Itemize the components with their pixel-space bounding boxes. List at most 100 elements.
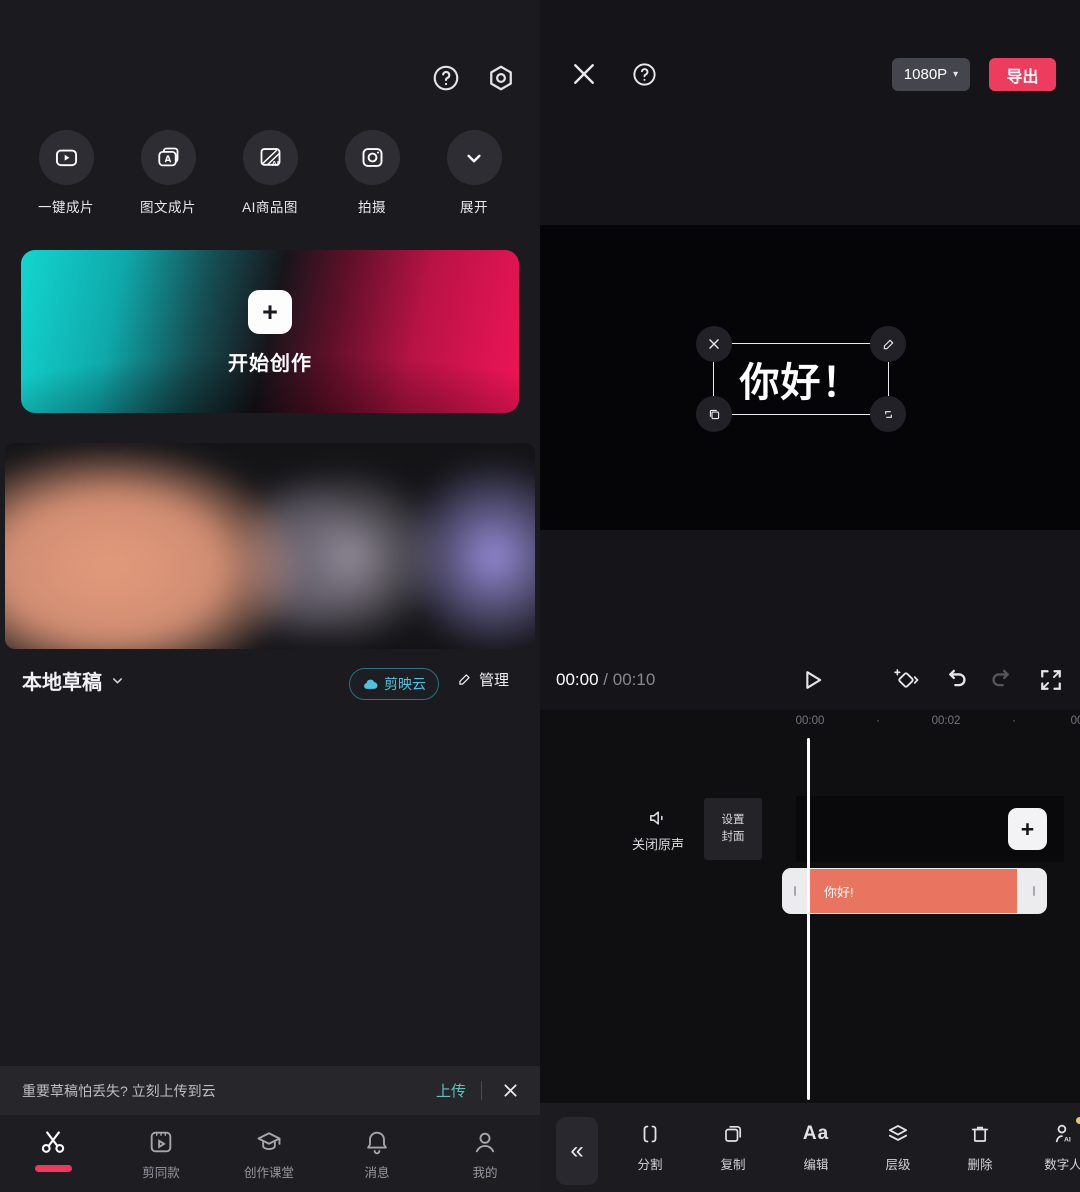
nav-label: 消息 — [364, 1162, 389, 1181]
upload-link[interactable]: 上传 — [436, 1080, 466, 1101]
one-tap-video-icon — [39, 130, 94, 185]
tool-label: 层级 — [885, 1154, 910, 1173]
add-clip-button[interactable]: + — [1008, 808, 1047, 850]
delete-handle-icon[interactable] — [696, 326, 732, 362]
duplicate-handle-icon[interactable] — [696, 396, 732, 432]
tool-label: 分割 — [637, 1154, 662, 1173]
ruler-tick: · — [876, 715, 880, 727]
timeline-area[interactable]: 00:00 · 00:02 · 00 关闭原声 设置 封面 + — [540, 710, 1080, 1103]
banner-message: 重要草稿怕丢失? 立刻上传到云 — [22, 1081, 216, 1101]
tool-split[interactable]: 分割 — [618, 1103, 682, 1173]
drafts-header: 本地草稿 剪映云 管理 — [0, 666, 540, 702]
close-editor-icon[interactable] — [570, 60, 598, 88]
quick-action-label: 图文成片 — [140, 196, 196, 216]
start-creation-label: 开始创作 — [21, 347, 519, 376]
mute-original-sound-button[interactable]: 关闭原声 — [626, 806, 690, 853]
text-clip[interactable]: 你好! — [810, 869, 1017, 913]
quick-action-text-to-video[interactable]: 图文成片 — [117, 130, 219, 216]
template-video-icon — [147, 1128, 175, 1156]
set-cover-button[interactable]: 设置 封面 — [704, 798, 762, 860]
svg-text:AI: AI — [271, 159, 278, 168]
help-icon[interactable] — [631, 61, 658, 88]
preview-canvas[interactable]: 你好！ — [540, 225, 1080, 530]
speaker-muted-icon — [646, 806, 670, 830]
resolution-label: 1080P — [904, 66, 947, 83]
redo-icon[interactable] — [989, 666, 1017, 694]
scale-rotate-handle-icon[interactable] — [870, 396, 906, 432]
left-trim-handle[interactable] — [794, 886, 796, 896]
cloud-icon — [362, 676, 379, 693]
settings-icon[interactable] — [486, 63, 516, 93]
scissors-icon — [39, 1128, 67, 1156]
keyframe-icon[interactable] — [892, 666, 920, 694]
quick-action-label: 展开 — [460, 196, 488, 216]
draft-thumbnails[interactable] — [5, 443, 535, 649]
local-drafts-dropdown[interactable]: 本地草稿 — [22, 666, 125, 695]
new-feature-badge — [1076, 1117, 1080, 1124]
tool-digital-human[interactable]: AI 数字人 — [1031, 1103, 1080, 1173]
tool-label: 数字人 — [1044, 1154, 1080, 1173]
manage-button[interactable]: 管理 — [456, 669, 509, 690]
tool-layer[interactable]: 层级 — [866, 1103, 930, 1173]
quick-action-label: 一键成片 — [38, 196, 94, 216]
export-label: 导出 — [1006, 63, 1038, 87]
nav-label: 创作课堂 — [244, 1162, 294, 1181]
start-creation-button[interactable]: + 开始创作 — [21, 250, 519, 413]
edit-handle-icon[interactable] — [870, 326, 906, 362]
tool-label: 编辑 — [803, 1154, 828, 1173]
playback-control-bar: 00:00 / 00:10 — [540, 650, 1080, 710]
editor-toolbar: « 分割 复制 — [540, 1103, 1080, 1192]
copy-icon — [720, 1120, 747, 1147]
jianying-cloud-button[interactable]: 剪映云 — [349, 668, 439, 700]
time-display: 00:00 / 00:10 — [556, 670, 655, 690]
nav-item-templates[interactable]: 剪同款 — [121, 1115, 201, 1181]
right-trim-handle[interactable] — [1033, 886, 1035, 896]
fullscreen-icon[interactable] — [1037, 666, 1065, 694]
export-button[interactable]: 导出 — [989, 58, 1056, 91]
resolution-button[interactable]: 1080P ▾ — [892, 58, 970, 91]
home-screen: 一键成片 图文成片 AI AI商品图 — [0, 0, 540, 1192]
quick-action-one-tap-video[interactable]: 一键成片 — [15, 130, 117, 216]
quick-action-label: 拍摄 — [358, 196, 386, 216]
text-clip-track[interactable]: 你好! — [782, 868, 1047, 914]
text-edit-icon: Aa — [803, 1120, 830, 1147]
nav-item-edit-active[interactable] — [13, 1115, 93, 1172]
total-time: 00:10 — [613, 670, 656, 689]
text-selection-box[interactable]: 你好！ — [713, 343, 889, 415]
manage-button-label: 管理 — [479, 669, 509, 690]
chevron-down-icon — [447, 130, 502, 185]
tool-edit[interactable]: Aa 编辑 — [784, 1103, 848, 1173]
text-clip-label: 你好! — [824, 882, 854, 901]
quick-action-expand[interactable]: 展开 — [423, 130, 525, 216]
nav-item-academy[interactable]: 创作课堂 — [229, 1115, 309, 1181]
ruler-tick: 00 — [1071, 715, 1080, 727]
quick-action-ai-product[interactable]: AI AI商品图 — [219, 130, 321, 216]
svg-text:AI: AI — [1064, 1136, 1071, 1143]
ruler-tick: · — [1012, 715, 1016, 727]
quick-action-label: AI商品图 — [242, 196, 298, 216]
collapse-toolbar-button[interactable]: « — [556, 1117, 598, 1185]
tool-delete[interactable]: 删除 — [948, 1103, 1012, 1173]
play-icon[interactable] — [798, 666, 826, 694]
editor-screen: 1080P ▾ 导出 你好！ — [540, 0, 1080, 1192]
quick-action-shoot[interactable]: 拍摄 — [321, 130, 423, 216]
layers-icon — [885, 1120, 912, 1147]
ai-product-image-icon: AI — [243, 130, 298, 185]
help-icon[interactable] — [431, 63, 461, 93]
cloud-button-label: 剪映云 — [384, 674, 426, 694]
nav-item-profile[interactable]: 我的 — [445, 1115, 525, 1181]
trash-icon — [967, 1120, 994, 1147]
graduation-cap-icon — [255, 1128, 283, 1156]
current-time: 00:00 — [556, 670, 599, 689]
nav-item-messages[interactable]: 消息 — [337, 1115, 417, 1181]
local-drafts-label: 本地草稿 — [22, 666, 102, 695]
banner-close-icon[interactable] — [501, 1081, 520, 1100]
person-icon — [471, 1128, 499, 1156]
undo-icon[interactable] — [941, 666, 969, 694]
active-tab-indicator — [35, 1165, 72, 1172]
playhead[interactable] — [807, 738, 810, 1100]
pencil-icon — [456, 671, 473, 688]
tool-copy[interactable]: 复制 — [701, 1103, 765, 1173]
split-icon — [637, 1120, 664, 1147]
camera-icon — [345, 130, 400, 185]
